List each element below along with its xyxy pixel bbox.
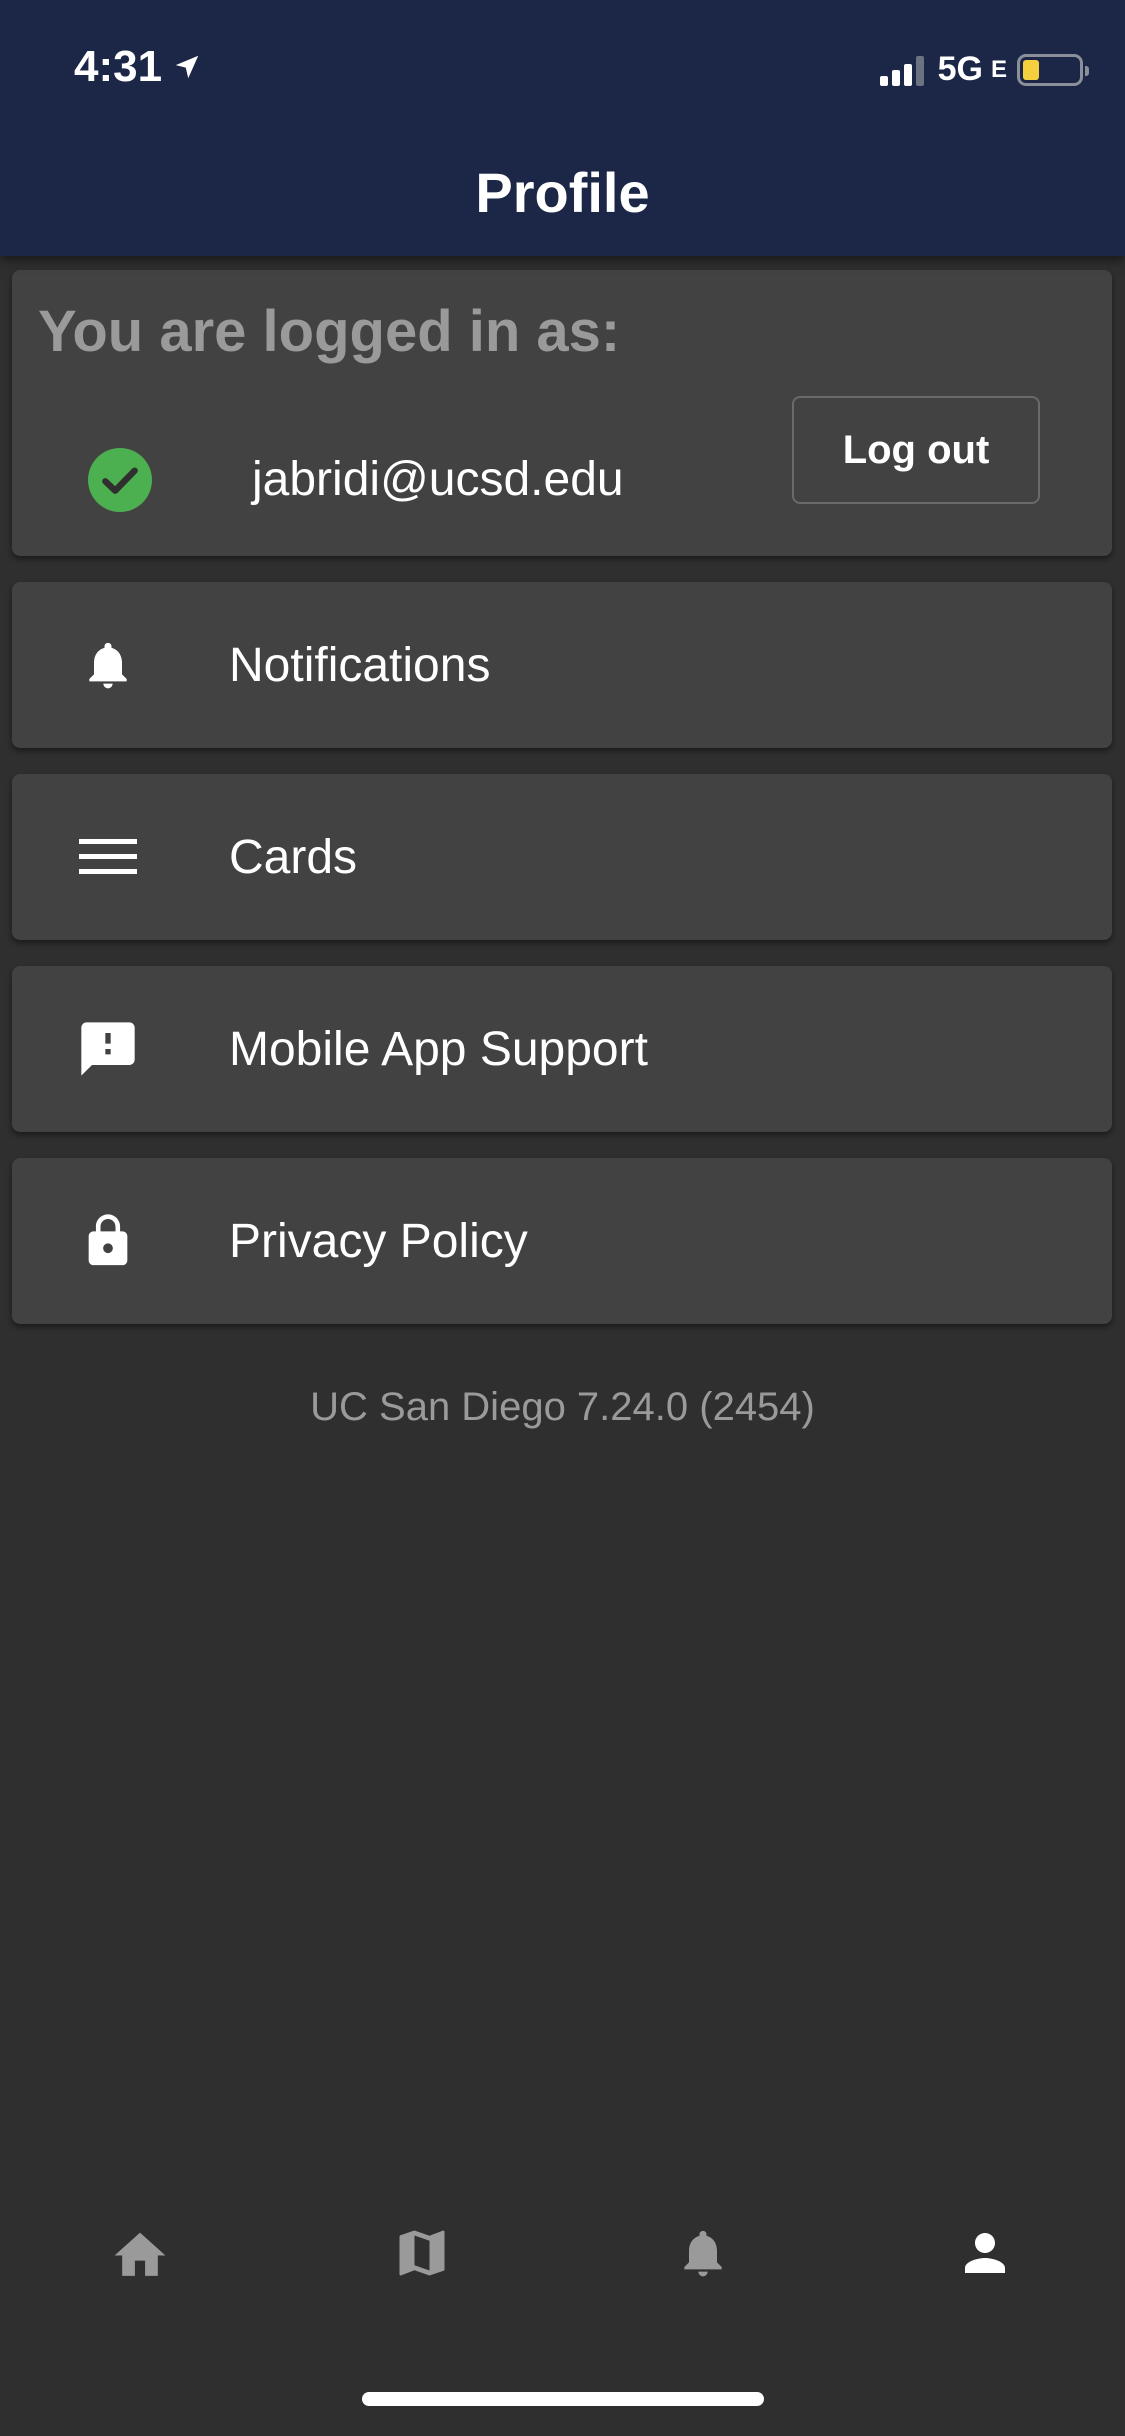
lock-icon <box>68 1207 148 1275</box>
menu-item-label: Cards <box>229 830 358 884</box>
menu-item-notifications[interactable]: Notifications <box>12 582 1112 748</box>
check-circle-icon <box>88 448 152 512</box>
bell-icon <box>68 635 148 695</box>
menu-item-privacy-policy[interactable]: Privacy Policy <box>12 1158 1112 1324</box>
status-time-text: 4:31 <box>74 42 163 91</box>
signal-strength-icon <box>879 54 928 86</box>
status-indicators: 5G E <box>879 50 1089 89</box>
menu-item-mobile-app-support[interactable]: Mobile App Support <box>12 966 1112 1132</box>
menu-item-label: Mobile App Support <box>229 1022 648 1076</box>
user-email: jabridi@ucsd.edu <box>252 453 624 506</box>
menu-item-cards[interactable]: Cards <box>12 774 1112 940</box>
map-icon <box>399 2230 445 2276</box>
nav-notifications[interactable] <box>663 2218 743 2288</box>
status-time: 4:31 <box>74 42 202 92</box>
battery-icon <box>1017 53 1089 86</box>
location-arrow-icon <box>175 55 199 79</box>
feedback-icon <box>68 1017 148 1081</box>
page-title: Profile <box>475 161 650 224</box>
app-version: UC San Diego 7.24.0 (2454) <box>310 1385 815 1429</box>
home-indicator[interactable] <box>362 2392 764 2406</box>
app-header: 4:31 5G E Profile <box>0 0 1125 256</box>
logout-button[interactable]: Log out <box>792 396 1040 504</box>
bottom-nav <box>0 2190 1125 2310</box>
logged-in-heading: You are logged in as: <box>38 299 621 364</box>
menu-item-label: Privacy Policy <box>229 1214 528 1268</box>
bell-icon <box>684 2230 722 2277</box>
nav-map[interactable] <box>382 2218 462 2288</box>
account-card: You are logged in as: jabridi@ucsd.edu L… <box>12 270 1112 556</box>
home-icon <box>114 2232 166 2276</box>
nav-home[interactable] <box>100 2218 180 2288</box>
nav-profile[interactable] <box>945 2218 1025 2288</box>
menu-item-label: Notifications <box>229 638 491 692</box>
menu-lines-icon <box>68 837 148 877</box>
person-icon <box>965 2233 1005 2273</box>
network-subtype: E <box>990 55 1007 83</box>
network-type: 5G <box>937 50 983 88</box>
